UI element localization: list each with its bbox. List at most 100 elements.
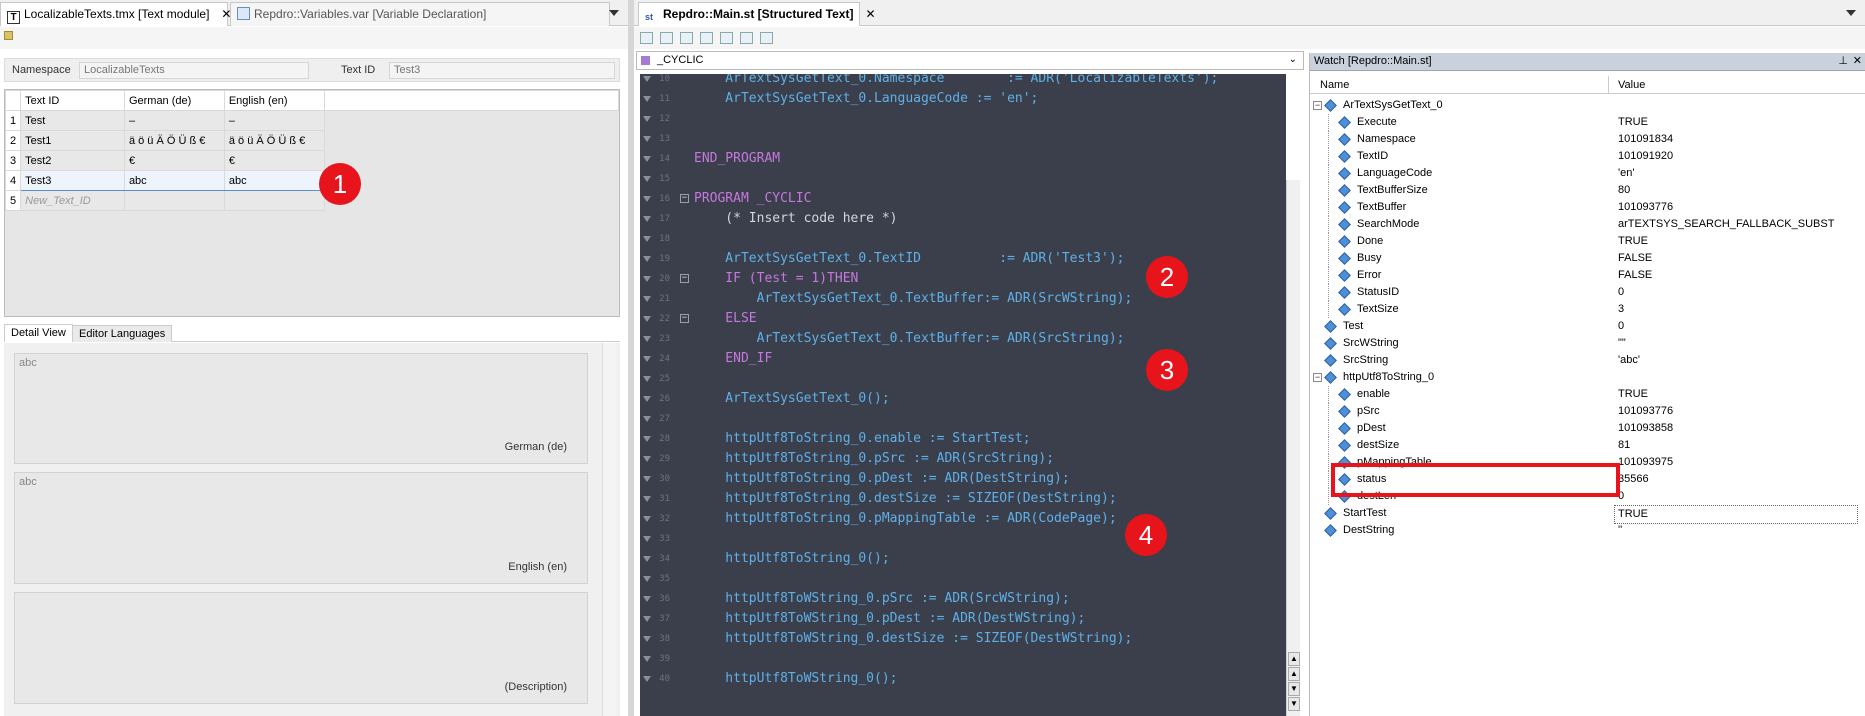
code-line[interactable]: 26 ArTextSysGetText_0(); [640, 389, 1286, 409]
code-line[interactable]: 40 httpUtf8ToWString_0(); [640, 669, 1286, 689]
watch-row[interactable]: SearchMode arTEXTSYS_SEARCH_FALLBACK_SUBS… [1310, 216, 1865, 233]
code-scrollbar[interactable] [1286, 180, 1300, 716]
tab-variables[interactable]: Repdro::Variables.var [Variable Declarat… [230, 2, 610, 26]
watch-row[interactable]: Execute TRUE [1310, 114, 1865, 131]
toolbar-button-2[interactable] [660, 32, 673, 44]
code-line[interactable]: 30 httpUtf8ToString_0.pDest := ADR(DestS… [640, 469, 1286, 489]
watch-row[interactable]: TextBufferSize 80 [1310, 182, 1865, 199]
cell-text-id[interactable]: New_Text_ID [20, 190, 125, 211]
watch-value[interactable]: 101091834 [1618, 131, 1673, 148]
watch-value[interactable]: 0 [1618, 318, 1624, 335]
close-icon[interactable]: ✕ [1853, 54, 1862, 67]
code-line[interactable]: 32 httpUtf8ToString_0.pMappingTable := A… [640, 509, 1286, 529]
watch-row[interactable]: SrcWString "" [1310, 335, 1865, 352]
code-line[interactable]: 27 [640, 409, 1286, 429]
code-line[interactable]: 10 ArTextSysGetText_0.Namespace := ADR('… [640, 74, 1286, 89]
column-divider[interactable] [1608, 76, 1609, 94]
code-line[interactable]: 37 httpUtf8ToWString_0.pDest := ADR(Dest… [640, 609, 1286, 629]
chevron-down-icon[interactable]: ⌄ [1289, 54, 1297, 65]
watch-value[interactable]: 'en' [1618, 165, 1634, 182]
cell-text-id[interactable]: Test1 [20, 130, 125, 151]
code-line[interactable]: 21 ArTextSysGetText_0.TextBuffer:= ADR(S… [640, 289, 1286, 309]
pin-icon[interactable]: ⊥ [1838, 54, 1848, 67]
watch-value[interactable]: FALSE [1618, 250, 1652, 267]
watch-row[interactable]: Error FALSE [1310, 267, 1865, 284]
code-line[interactable]: 15 [640, 169, 1286, 189]
watch-row[interactable]: pSrc 101093776 [1310, 403, 1865, 420]
watch-row[interactable]: − httpUtf8ToString_0 [1310, 369, 1865, 386]
watch-row[interactable]: − ArTextSysGetText_0 [1310, 97, 1865, 114]
watch-row[interactable]: TextSize 3 [1310, 301, 1865, 318]
cell-english[interactable] [223, 190, 325, 211]
code-line[interactable]: 16 − PROGRAM _CYCLIC [640, 189, 1286, 209]
toolbar-button-5[interactable] [720, 32, 733, 44]
tab-detail-view[interactable]: Detail View [4, 324, 73, 342]
code-line[interactable]: 29 httpUtf8ToString_0.pSrc := ADR(SrcStr… [640, 449, 1286, 469]
watch-value[interactable]: TRUE [1618, 386, 1648, 403]
scroll-down-button[interactable]: ▼ [1288, 697, 1300, 711]
watch-value[interactable]: arTEXTSYS_SEARCH_FALLBACK_SUBST [1618, 216, 1834, 233]
watch-value[interactable]: 81 [1618, 437, 1630, 454]
watch-row[interactable]: Namespace 101091834 [1310, 131, 1865, 148]
fold-toggle-icon[interactable]: − [680, 274, 689, 283]
cell-english[interactable]: ä ö ü Ä Ö Ü ß € [223, 130, 325, 151]
watch-row[interactable]: LanguageCode 'en' [1310, 165, 1865, 182]
expand-toggle-icon[interactable]: − [1313, 373, 1322, 382]
code-line[interactable]: 17 (* Insert code here *) [640, 209, 1286, 229]
watch-value[interactable]: TRUE [1618, 233, 1648, 250]
cell-text-id[interactable]: Test3 [20, 170, 125, 191]
fold-toggle-icon[interactable]: − [680, 194, 689, 203]
toolbar-button-3[interactable] [680, 32, 693, 44]
watch-row[interactable]: SrcString 'abc' [1310, 352, 1865, 369]
watch-row[interactable]: TextID 101091920 [1310, 148, 1865, 165]
english-box[interactable]: abc English (en) [14, 472, 588, 584]
column-header[interactable]: Text ID [20, 90, 125, 111]
detail-scrollbar[interactable] [602, 343, 616, 716]
cell-text-id[interactable]: Test2 [20, 150, 125, 171]
watch-row[interactable]: Done TRUE [1310, 233, 1865, 250]
watch-row[interactable]: StatusID 0 [1310, 284, 1865, 301]
code-line[interactable]: 35 [640, 569, 1286, 589]
watch-value[interactable]: 101093776 [1618, 403, 1673, 420]
watch-row[interactable]: Busy FALSE [1310, 250, 1865, 267]
watch-value[interactable]: '' [1618, 522, 1622, 539]
table-row[interactable]: 2 Test1 ä ö ü Ä Ö Ü ß € ä ö ü Ä Ö Ü ß € [4, 130, 619, 151]
tab-localizable-texts[interactable]: T LocalizableTexts.tmx [Text module] ✕ [0, 2, 231, 26]
table-row-selected[interactable]: 4 Test3 abc abc [4, 170, 619, 191]
watch-value[interactable]: "" [1618, 335, 1626, 352]
code-line[interactable]: 14 END_PROGRAM [640, 149, 1286, 169]
code-line[interactable]: 34 httpUtf8ToString_0(); [640, 549, 1286, 569]
cell-english[interactable]: – [223, 110, 325, 131]
cell-english[interactable]: € [223, 150, 325, 171]
column-header[interactable]: English (en) [223, 90, 325, 111]
code-line[interactable]: 22 − ELSE [640, 309, 1286, 329]
scroll-page-up-button[interactable]: ▲ [1288, 667, 1300, 681]
cell-german[interactable]: € [123, 150, 225, 171]
namespace-field[interactable]: LocalizableTexts [79, 62, 309, 79]
watch-row[interactable]: pDest 101093858 [1310, 420, 1865, 437]
toolbar-button-7[interactable] [760, 32, 773, 44]
code-line[interactable]: 19 ArTextSysGetText_0.TextID := ADR('Tes… [640, 249, 1286, 269]
toolbar-button-6[interactable] [740, 32, 753, 44]
chevron-down-icon[interactable] [1846, 10, 1856, 16]
watch-row[interactable]: destSize 81 [1310, 437, 1865, 454]
table-row-new[interactable]: 5 New_Text_ID [4, 190, 619, 211]
program-selector[interactable]: _CYCLIC ⌄ [636, 51, 1304, 70]
code-line[interactable]: 28 httpUtf8ToString_0.enable := StartTes… [640, 429, 1286, 449]
watch-row[interactable]: Test 0 [1310, 318, 1865, 335]
chevron-down-icon[interactable] [609, 10, 619, 16]
tab-main-st[interactable]: st Repdro::Main.st [Structured Text] ✕ [638, 2, 876, 26]
toolbar-button-1[interactable] [640, 32, 653, 44]
code-editor[interactable]: 10 ArTextSysGetText_0.Namespace := ADR('… [640, 74, 1286, 716]
watch-value[interactable]: 101091920 [1618, 148, 1673, 165]
table-row[interactable]: 3 Test2 € € [4, 150, 619, 171]
watch-row[interactable]: TextBuffer 101093776 [1310, 199, 1865, 216]
watch-value[interactable]: 101093776 [1618, 199, 1673, 216]
watch-value[interactable]: TRUE [1618, 114, 1648, 131]
pane-splitter[interactable] [628, 0, 634, 716]
tab-editor-languages[interactable]: Editor Languages [72, 325, 173, 342]
code-line[interactable]: 24 END_IF [640, 349, 1286, 369]
column-header-value[interactable]: Value [1618, 79, 1645, 91]
watch-value[interactable]: 0 [1618, 284, 1624, 301]
textid-field[interactable]: Test3 [389, 62, 615, 79]
